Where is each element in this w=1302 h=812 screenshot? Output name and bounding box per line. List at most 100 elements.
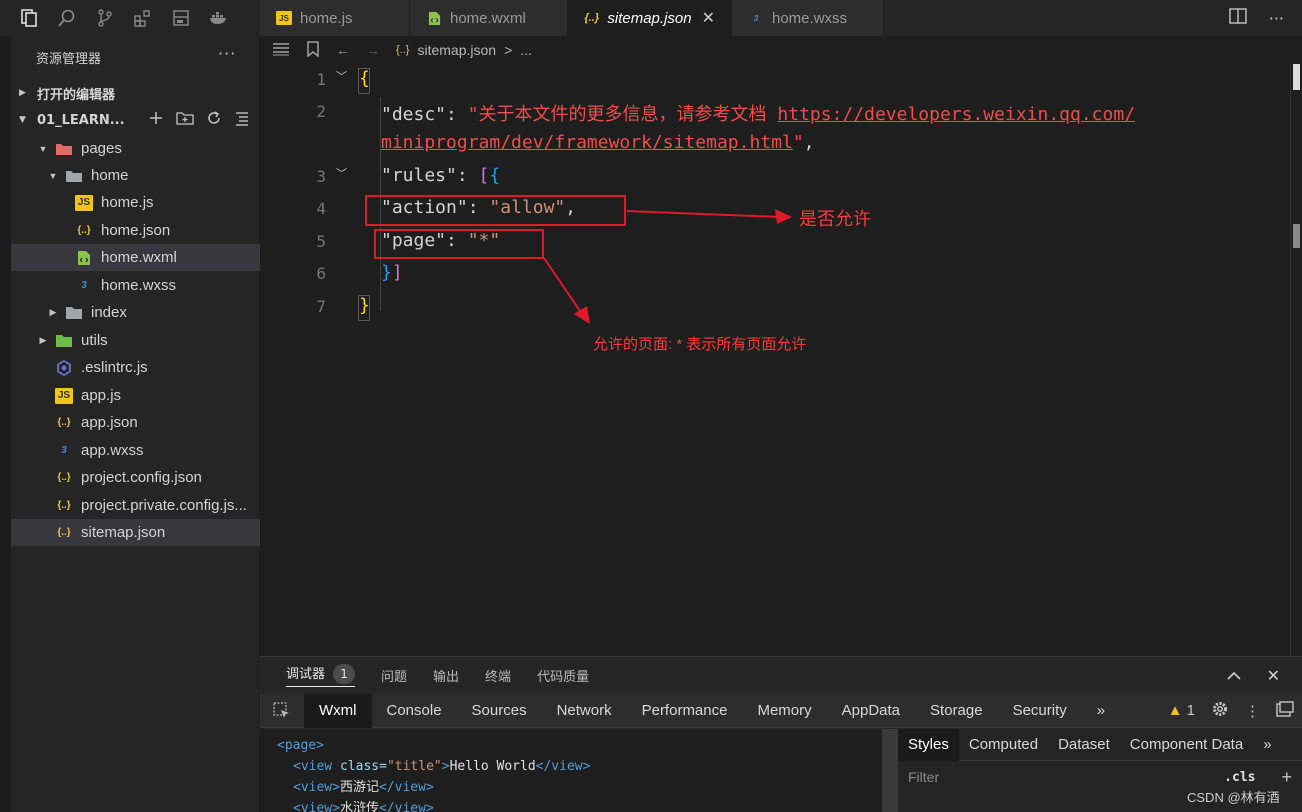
styles-tab-styles[interactable]: Styles bbox=[898, 728, 959, 761]
wxml-attr: class= bbox=[332, 759, 387, 774]
chevron-right-icon: ▶ bbox=[39, 335, 47, 345]
tree-item-label: utils bbox=[81, 332, 108, 349]
close-icon[interactable]: ✕ bbox=[702, 8, 715, 28]
project-label: 01_LEARN... bbox=[37, 112, 125, 128]
devtools-tab-performance[interactable]: Performance bbox=[627, 694, 743, 728]
explorer-icon[interactable] bbox=[18, 7, 40, 29]
styles-filter-input[interactable]: Filter bbox=[908, 769, 939, 785]
wxml-text: Hello World bbox=[449, 759, 536, 774]
warning-indicator[interactable]: ▲ 1 bbox=[1168, 702, 1195, 719]
devtools-tab-sources[interactable]: Sources bbox=[457, 694, 542, 728]
devtools-tab-storage[interactable]: Storage bbox=[915, 694, 998, 728]
editor-scrollbar[interactable] bbox=[1290, 64, 1302, 656]
tree-item-home-js[interactable]: JS home.js bbox=[11, 189, 260, 216]
tab-home-js[interactable]: JS home.js bbox=[260, 0, 410, 36]
styles-tabs: Styles Computed Dataset Component Data » bbox=[898, 728, 1302, 761]
chevron-right-icon: ▶ bbox=[19, 88, 26, 98]
settings-gear-icon[interactable] bbox=[1211, 700, 1229, 722]
wxml-scrollbar[interactable] bbox=[882, 729, 898, 812]
breadcrumb-file[interactable]: {..} sitemap.json > ... bbox=[396, 42, 532, 58]
devtools-tab-memory[interactable]: Memory bbox=[742, 694, 826, 728]
tab-debugger[interactable]: 调试器 1 bbox=[286, 663, 356, 687]
tree-item-index[interactable]: ▶ index bbox=[11, 299, 260, 326]
tab-sitemap-json[interactable]: {..} sitemap.json ✕ bbox=[568, 0, 732, 36]
extensions-icon[interactable] bbox=[132, 7, 154, 29]
collapse-all-icon[interactable] bbox=[234, 110, 250, 130]
wxml-node-view-1[interactable]: <view>西游记</view> bbox=[277, 777, 882, 798]
chevron-down-icon: ▼ bbox=[38, 143, 48, 154]
tree-item-app-json[interactable]: {..} app.json bbox=[11, 409, 260, 436]
tree-item-home-wxss[interactable]: 3 home.wxss bbox=[11, 272, 260, 299]
devtools-tab-console[interactable]: Console bbox=[372, 694, 457, 728]
split-editor-icon[interactable] bbox=[1229, 8, 1247, 28]
kebab-menu-icon[interactable]: ⋮ bbox=[1245, 702, 1260, 720]
tree-item-home-wxml[interactable]: home.wxml bbox=[11, 244, 260, 271]
source-control-icon[interactable] bbox=[94, 7, 116, 29]
annotation-allow-text: 是否允许 bbox=[799, 209, 871, 229]
cls-toggle-button[interactable]: .cls bbox=[1224, 770, 1255, 785]
devtools-tab-appdata[interactable]: AppData bbox=[827, 694, 915, 728]
open-editors-section[interactable]: ▶ 打开的编辑器 bbox=[11, 80, 260, 106]
wxml-text: 水浒传 bbox=[339, 801, 379, 812]
forward-arrow-icon[interactable]: → bbox=[366, 42, 380, 58]
wxml-tag: </view> bbox=[378, 801, 434, 812]
wxml-tag: <view bbox=[293, 759, 333, 774]
styles-more-tabs[interactable]: » bbox=[1253, 729, 1281, 761]
tree-item-app-js[interactable]: JS app.js bbox=[11, 382, 260, 409]
styles-tab-dataset[interactable]: Dataset bbox=[1048, 729, 1120, 761]
wxml-node-view-title[interactable]: <view class="title">Hello World</view> bbox=[277, 756, 882, 777]
tree-item-label: home bbox=[91, 167, 129, 184]
tree-item-app-wxss[interactable]: 3 app.wxss bbox=[11, 437, 260, 464]
tab-terminal[interactable]: 终端 bbox=[485, 666, 511, 685]
explorer-more-button[interactable]: ··· bbox=[218, 44, 236, 63]
add-style-rule-button[interactable]: + bbox=[1281, 767, 1292, 788]
dock-side-icon[interactable] bbox=[1276, 700, 1294, 721]
tab-label: sitemap.json bbox=[607, 9, 692, 27]
devtools-tab-wxml[interactable]: Wxml bbox=[304, 693, 372, 728]
scrollbar-thumb[interactable] bbox=[1293, 224, 1300, 248]
styles-tab-component-data[interactable]: Component Data bbox=[1120, 729, 1253, 761]
devtools-tab-security[interactable]: Security bbox=[998, 694, 1082, 728]
tab-label: home.wxml bbox=[450, 9, 526, 27]
tab-code-quality[interactable]: 代码质量 bbox=[537, 666, 589, 685]
styles-tab-computed[interactable]: Computed bbox=[959, 729, 1048, 761]
tree-item-sitemap-json[interactable]: {..} sitemap.json bbox=[11, 519, 260, 546]
tree-item-eslintrc[interactable]: .eslintrc.js bbox=[11, 354, 260, 381]
devtools-tab-network[interactable]: Network bbox=[542, 694, 627, 728]
wxml-tag: <page> bbox=[277, 738, 324, 753]
back-arrow-icon[interactable]: ← bbox=[336, 42, 350, 58]
tab-home-wxml[interactable]: home.wxml bbox=[410, 0, 568, 36]
close-panel-icon[interactable]: ✕ bbox=[1267, 666, 1280, 685]
maximize-panel-icon[interactable] bbox=[1227, 666, 1241, 685]
docker-icon[interactable] bbox=[208, 7, 230, 29]
more-actions-icon[interactable]: ··· bbox=[1269, 9, 1284, 28]
outline-icon[interactable] bbox=[272, 42, 290, 59]
tree-item-home[interactable]: ▼ home bbox=[11, 162, 260, 189]
search-icon[interactable] bbox=[56, 7, 78, 29]
refresh-icon[interactable] bbox=[206, 110, 222, 130]
inspect-element-icon[interactable] bbox=[260, 694, 304, 728]
warning-icon: ▲ bbox=[1167, 702, 1183, 719]
new-folder-icon[interactable] bbox=[176, 110, 194, 130]
project-section[interactable]: ▼ 01_LEARN... bbox=[11, 107, 260, 133]
code-editor[interactable]: 1 2 3 4 5 6 7 ﹀ ﹀ { "desc": "关于本文件的更多信息，… bbox=[260, 64, 1290, 656]
tree-item-pages[interactable]: ▼ pages bbox=[11, 135, 260, 162]
css-file-icon: 3 bbox=[753, 13, 759, 23]
json-file-icon: {..} bbox=[57, 527, 71, 538]
tab-home-wxss[interactable]: 3 home.wxss bbox=[732, 0, 884, 36]
tab-problems[interactable]: 问题 bbox=[381, 666, 407, 685]
tree-item-home-json[interactable]: {..} home.json bbox=[11, 217, 260, 244]
eslint-icon bbox=[55, 359, 73, 376]
devtools-more-tabs[interactable]: » bbox=[1082, 694, 1120, 728]
new-file-icon[interactable] bbox=[148, 110, 164, 130]
tab-output[interactable]: 输出 bbox=[433, 666, 459, 685]
wxml-node-page[interactable]: <page> bbox=[277, 735, 882, 756]
wxml-tree[interactable]: <page> <view class="title">Hello World</… bbox=[260, 729, 882, 812]
tree-item-project-config[interactable]: {..} project.config.json bbox=[11, 464, 260, 491]
tree-item-utils[interactable]: ▶ utils bbox=[11, 327, 260, 354]
tree-item-project-private-config[interactable]: {..} project.private.config.js... bbox=[11, 492, 260, 519]
bookmark-icon[interactable] bbox=[306, 40, 320, 60]
wxml-file-icon bbox=[75, 250, 93, 266]
wxml-node-view-2[interactable]: <view>水浒传</view> bbox=[277, 798, 882, 812]
layout-icon[interactable] bbox=[170, 7, 192, 29]
